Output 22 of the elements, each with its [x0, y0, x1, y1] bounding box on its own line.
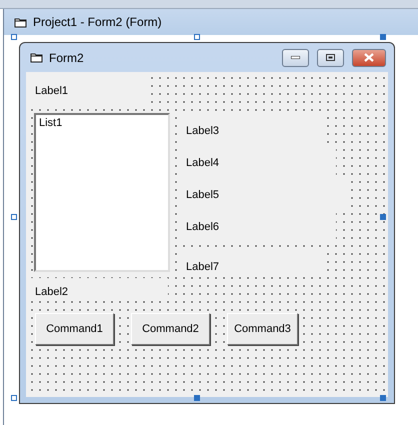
- close-icon: [364, 53, 374, 62]
- resize-handle[interactable]: [194, 34, 200, 40]
- form-icon: [14, 16, 27, 28]
- close-button[interactable]: [352, 48, 386, 66]
- window-title: Project1 - Form2 (Form): [33, 15, 162, 29]
- command-button[interactable]: Command1: [35, 313, 114, 345]
- resize-handle[interactable]: [194, 395, 200, 401]
- form-icon: [30, 52, 43, 63]
- resize-handle[interactable]: [380, 214, 386, 220]
- resize-handle[interactable]: [11, 395, 17, 401]
- form-title: Form2: [49, 50, 85, 64]
- resize-handle[interactable]: [11, 34, 17, 40]
- maximize-icon: [326, 54, 335, 61]
- minimize-button[interactable]: [282, 48, 309, 66]
- minimize-icon: [291, 56, 300, 59]
- command-button[interactable]: Command2: [131, 313, 210, 345]
- command-button[interactable]: Command3: [227, 313, 298, 345]
- maximize-button[interactable]: [317, 48, 344, 66]
- resize-handle[interactable]: [380, 395, 386, 401]
- resize-handle[interactable]: [11, 214, 17, 220]
- list-box[interactable]: List1: [34, 113, 170, 272]
- resize-handle[interactable]: [380, 34, 386, 40]
